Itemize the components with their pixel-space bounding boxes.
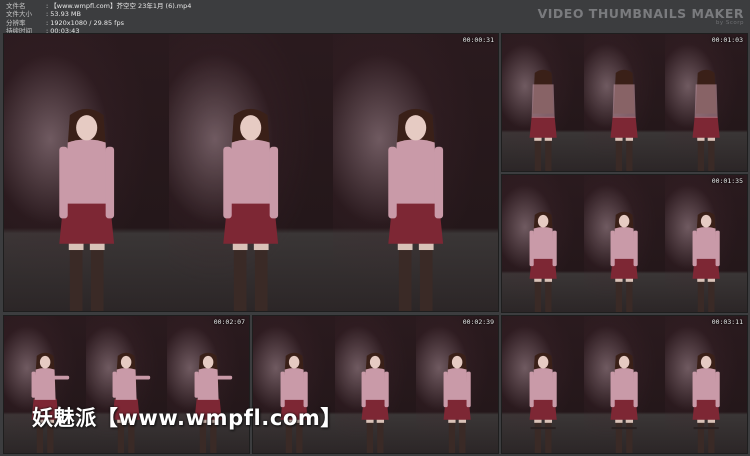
scene-panel xyxy=(334,316,417,453)
scene-panel xyxy=(85,316,168,453)
figure-silhouette xyxy=(529,69,557,171)
file-name-value: : 【www.wmpfl.com】芥空空 23年1月 (6).mp4 xyxy=(46,2,192,10)
figure-silhouette xyxy=(610,69,639,171)
scene-panel xyxy=(253,316,335,453)
scene-panel xyxy=(665,175,747,312)
thumbnail-5-timestamp: 00:02:39 xyxy=(462,318,494,326)
thumbnail-1-timestamp: 00:00:31 xyxy=(462,36,494,44)
resolution-key: 分辨率 xyxy=(6,18,26,27)
file-info: 文件名 : 【www.wmpfl.com】芥空空 23年1月 (6).mp4 文… xyxy=(6,2,191,36)
figure-silhouette xyxy=(610,211,639,312)
file-size-row: 文件大小 : 53.93 MB xyxy=(6,10,191,18)
scene-panel xyxy=(502,34,584,171)
scene-panel xyxy=(502,316,584,453)
figure-silhouette xyxy=(112,352,151,453)
thumbnail-3-timestamp: 00:01:35 xyxy=(711,177,743,185)
scene-panel xyxy=(333,34,498,311)
scene-panel xyxy=(4,316,86,453)
brand-title: VIDEO THUMBNAILS MAKER xyxy=(537,6,744,21)
scene-panel xyxy=(502,175,584,312)
figure-silhouette xyxy=(692,352,720,453)
scene-panel xyxy=(665,34,747,171)
thumbnail-1[interactable]: 00:00:31 xyxy=(3,33,499,312)
figure-silhouette xyxy=(610,352,639,453)
thumbnail-1-scene xyxy=(4,34,498,311)
scene-panel xyxy=(583,316,666,453)
thumbnail-5-scene xyxy=(253,316,498,453)
thumbnail-2-timestamp: 00:01:03 xyxy=(711,36,743,44)
figure-silhouette xyxy=(443,352,471,453)
figure-silhouette xyxy=(361,352,390,453)
figure-silhouette xyxy=(692,69,720,171)
thumbnail-2-scene xyxy=(502,34,747,171)
figure-silhouette xyxy=(529,211,557,312)
thumbnail-3-scene xyxy=(502,175,747,312)
thumbnail-6[interactable]: 00:03:11 xyxy=(501,315,748,454)
figure-silhouette xyxy=(280,352,308,453)
scene-panel xyxy=(168,34,334,311)
file-size-value: : 53.93 MB xyxy=(46,10,81,19)
thumbnail-6-timestamp: 00:03:11 xyxy=(711,318,743,326)
figure-silhouette xyxy=(58,108,114,311)
scene-panel xyxy=(583,34,666,171)
thumbnail-6-scene xyxy=(502,316,747,453)
figure-silhouette xyxy=(388,108,444,311)
figure-silhouette xyxy=(692,211,720,312)
brand-logo: VIDEO THUMBNAILS MAKER by Scorp xyxy=(538,6,744,26)
scene-panel xyxy=(665,316,747,453)
scene-panel xyxy=(4,34,169,311)
figure-silhouette xyxy=(194,352,233,453)
thumbnail-4[interactable]: 00:02:07 xyxy=(3,315,250,454)
resolution-row: 分辨率 : 1920x1080 / 29.85 fps xyxy=(6,19,191,27)
thumbnail-2[interactable]: 00:01:03 xyxy=(501,33,748,172)
thumbnail-5[interactable]: 00:02:39 xyxy=(252,315,499,454)
thumbnail-4-scene xyxy=(4,316,249,453)
scene-panel xyxy=(416,316,498,453)
figure-silhouette xyxy=(31,352,69,453)
scene-panel xyxy=(583,175,666,312)
figure-silhouette xyxy=(223,108,279,311)
scene-panel xyxy=(167,316,249,453)
resolution-value: : 1920x1080 / 29.85 fps xyxy=(46,18,124,27)
thumbnail-4-timestamp: 00:02:07 xyxy=(213,318,245,326)
file-name-row: 文件名 : 【www.wmpfl.com】芥空空 23年1月 (6).mp4 xyxy=(6,2,191,10)
watermark-text: 妖魅派【www.wmpfl.com】 xyxy=(32,406,343,430)
figure-silhouette xyxy=(529,352,557,453)
thumbnail-3[interactable]: 00:01:35 xyxy=(501,174,748,313)
file-size-key: 文件大小 xyxy=(6,10,32,19)
